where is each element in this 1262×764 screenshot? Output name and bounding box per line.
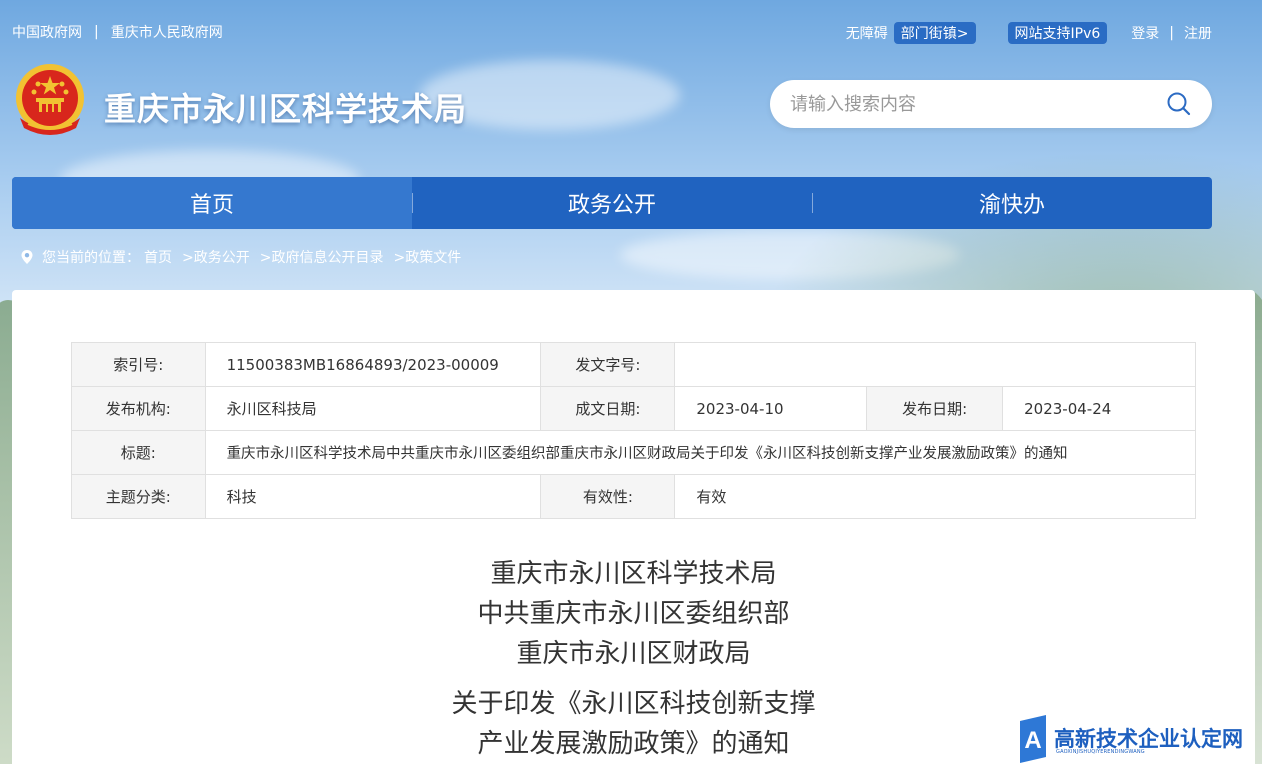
publisher-label: 发布机构: bbox=[71, 386, 206, 431]
main-nav: 首页 政务公开 渝快办 bbox=[12, 177, 1212, 229]
created-date-label: 成文日期: bbox=[540, 386, 676, 431]
link-chongqing-gov[interactable]: 重庆市人民政府网 bbox=[111, 22, 223, 42]
content-panel: 索引号: 11500383MB16864893/2023-00009 发文字号:… bbox=[12, 290, 1255, 764]
publish-date-label: 发布日期: bbox=[866, 386, 1004, 431]
index-label: 索引号: bbox=[71, 342, 206, 387]
topic-label: 主题分类: bbox=[71, 474, 206, 519]
breadcrumb-policy-docs[interactable]: >政策文件 bbox=[393, 247, 461, 267]
validity-value: 有效 bbox=[674, 474, 1196, 519]
document-metadata-table: 索引号: 11500383MB16864893/2023-00009 发文字号:… bbox=[71, 342, 1197, 519]
publish-date-value: 2023-04-24 bbox=[1002, 386, 1196, 431]
watermark-subtext: GAOXINJISHUQIYERENDINGWANG bbox=[1056, 749, 1145, 755]
nav-item-yukuaiban[interactable]: 渝快办 bbox=[812, 177, 1212, 229]
table-row: 发布机构: 永川区科技局 成文日期: 2023-04-10 发布日期: 2023… bbox=[71, 386, 1196, 431]
title-value: 重庆市永川区科学技术局中共重庆市永川区委组织部重庆市永川区财政局关于印发《永川区… bbox=[204, 430, 1197, 475]
link-china-gov[interactable]: 中国政府网 bbox=[12, 22, 82, 42]
table-row: 索引号: 11500383MB16864893/2023-00009 发文字号: bbox=[71, 342, 1196, 387]
login-link[interactable]: 登录 bbox=[1131, 23, 1159, 43]
accessibility-link[interactable]: 无障碍 bbox=[846, 23, 888, 43]
nav-item-label: 政务公开 bbox=[567, 193, 656, 218]
title-label: 标题: bbox=[71, 430, 206, 475]
breadcrumb-prefix: 您当前的位置： bbox=[42, 250, 140, 266]
breadcrumb: 您当前的位置： 首页 >政务公开 >政府信息公开目录 >政策文件 bbox=[20, 247, 461, 267]
doc-number-value bbox=[674, 342, 1196, 387]
nav-item-label: 首页 bbox=[189, 193, 234, 218]
nav-item-label: 渝快办 bbox=[978, 193, 1045, 218]
table-row: 标题: 重庆市永川区科学技术局中共重庆市永川区委组织部重庆市永川区财政局关于印发… bbox=[71, 430, 1197, 475]
location-pin-icon bbox=[21, 250, 33, 264]
document-issuers: 重庆市永川区科学技术局 中共重庆市永川区委组织部 重庆市永川区财政局 bbox=[12, 554, 1255, 674]
logo-a-icon: A bbox=[1020, 715, 1046, 763]
nav-item-gov-affairs[interactable]: 政务公开 bbox=[412, 177, 812, 229]
breadcrumb-info-catalog[interactable]: >政府信息公开目录 bbox=[260, 247, 384, 267]
national-emblem-icon bbox=[16, 64, 84, 135]
dept-streets-button[interactable]: 部门街镇> bbox=[893, 22, 976, 44]
validity-label: 有效性: bbox=[540, 474, 676, 519]
search-box bbox=[770, 80, 1212, 128]
svg-text:A: A bbox=[1024, 727, 1041, 754]
index-value: 11500383MB16864893/2023-00009 bbox=[204, 342, 542, 387]
search-icon[interactable] bbox=[1166, 91, 1192, 117]
divider: | bbox=[1169, 25, 1174, 41]
top-bar: 中国政府网 | 重庆市人民政府网 无障碍 部门街镇> 网站支持IPv6 登录 |… bbox=[12, 22, 1212, 44]
search-input[interactable] bbox=[790, 90, 1150, 118]
doc-number-label: 发文字号: bbox=[540, 342, 676, 387]
issuer-line: 中共重庆市永川区委组织部 bbox=[477, 599, 790, 629]
breadcrumb-gov-affairs[interactable]: >政务公开 bbox=[182, 247, 250, 267]
breadcrumb-home[interactable]: 首页 bbox=[144, 247, 172, 267]
divider: | bbox=[94, 24, 99, 40]
register-link[interactable]: 注册 bbox=[1184, 23, 1212, 43]
table-row: 主题分类: 科技 有效性: 有效 bbox=[71, 474, 1196, 519]
topic-value: 科技 bbox=[204, 474, 542, 519]
issuer-line: 重庆市永川区财政局 bbox=[516, 639, 751, 669]
nav-item-home[interactable]: 首页 bbox=[12, 177, 412, 229]
created-date-value: 2023-04-10 bbox=[674, 386, 868, 431]
watermark-logo: A 高新技术企业认定网 GAOXINJISHUQIYERENDINGWANG bbox=[1014, 713, 1262, 764]
site-title: 重庆市永川区科学技术局 bbox=[104, 90, 468, 128]
ipv6-badge: 网站支持IPv6 bbox=[1007, 22, 1108, 44]
publisher-value: 永川区科技局 bbox=[204, 386, 542, 431]
issuer-line: 重庆市永川区科学技术局 bbox=[490, 559, 777, 589]
